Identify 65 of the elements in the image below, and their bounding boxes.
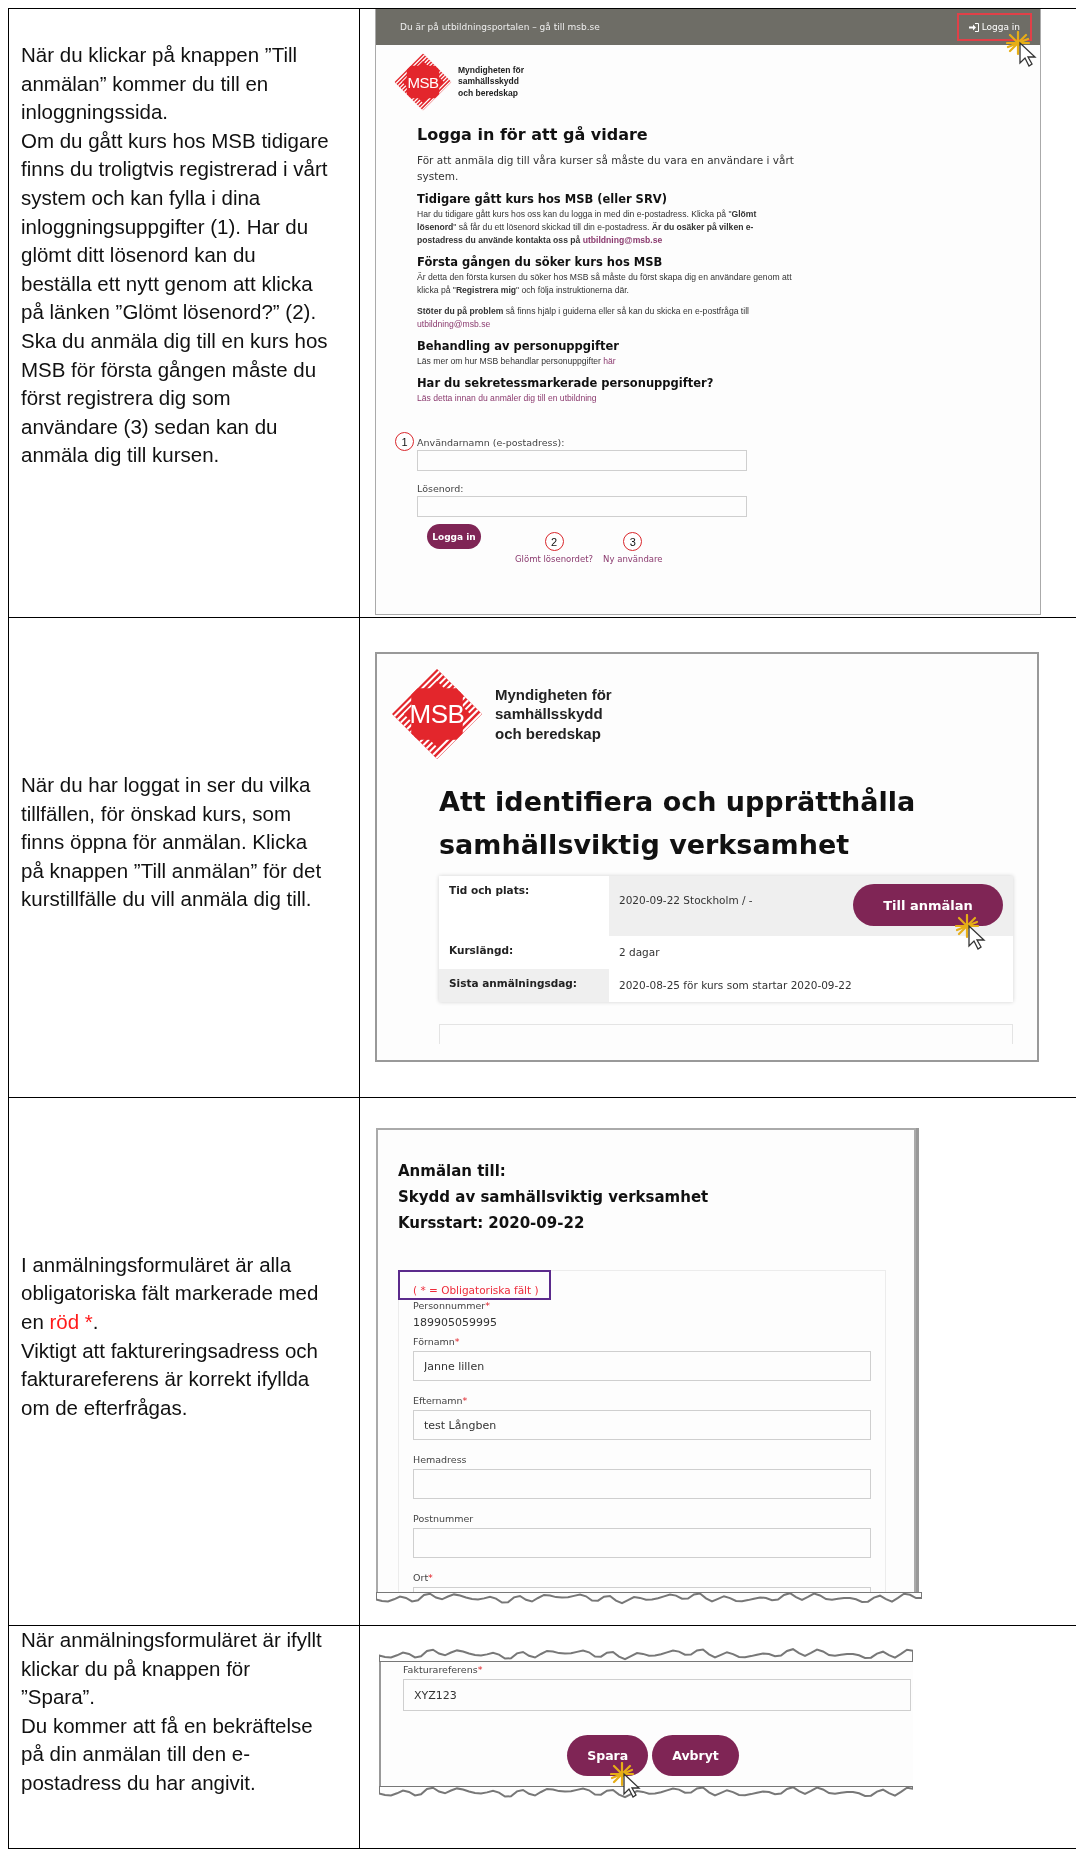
organization-name: Myndigheten för samhällsskydd och beredskap xyxy=(495,684,612,744)
text-link[interactable]: Glömt lösenordet? xyxy=(515,554,594,564)
logo-text: MSB xyxy=(406,73,440,91)
field-label: Lösenord: xyxy=(417,483,465,494)
input-field[interactable] xyxy=(417,450,747,471)
organization-name: Myndigheten för samhällsskydd och beredskap xyxy=(458,65,525,99)
section-heading: Första gången du söker kurs hos MSB xyxy=(417,255,664,269)
section-text: Läs mer om hur MSB behandlar personuppgifter här xyxy=(417,355,617,368)
detail-label: Sista anmälningsdag: xyxy=(439,969,609,1002)
field-label: Användarnamn (e-postadress): xyxy=(417,437,566,448)
detail-label: Kurslängd: xyxy=(448,943,515,958)
input-field[interactable]: XYZ123 xyxy=(403,1679,911,1711)
instruction-text: När du har loggat in ser du vilka tillfällen, för önskad kurs, som finns öppna för anmälan. Klicka på knappen ”Till anmälan” för det kurstillfälle du vill anmäla dig till. xyxy=(21,772,323,913)
field-label: Personnummer* xyxy=(413,1300,491,1311)
section-text: Har du tidigare gått kurs hos oss kan du logga in med din e-postadress. Klicka på "Glömt lösenord" så får du ett lösenord skickad till din e-postadress. Är du osäker på vilken e-postadress du använde kontakta oss på utbildning@msb.se xyxy=(417,208,758,247)
section-heading: Tidigare gått kurs hos MSB (eller SRV) xyxy=(417,192,668,206)
number-marker: 3 xyxy=(623,532,643,551)
section-text: Är detta den första kursen du söker hos MSB så måste du först skapa dig en användare genom att klicka på "Registrera mig" och följa instruktionerna där. xyxy=(417,271,793,297)
instruction-text: Du kommer att få en bekräftelse på din anmälan till den e-postadress du har angivit. xyxy=(21,1712,314,1796)
text-link[interactable]: här xyxy=(603,356,616,366)
page-heading: Logga in för att gå vidare xyxy=(417,125,649,144)
field-label: Fakturareferens* xyxy=(403,1664,484,1675)
form-heading: Anmälan till: Skydd av samhällsviktig verksamhet Kursstart: 2020-09-22 xyxy=(398,1161,710,1234)
instruction-text: När anmälningsformuläret är ifyllt klickar du på knappen för ”Spara”. xyxy=(21,1627,323,1711)
instruction-text: Viktigt att faktureringsadress och fakturareferens är korrekt ifyllda om de efterfrågas. xyxy=(21,1337,320,1421)
input-field[interactable]: test Långben xyxy=(413,1410,871,1440)
section-heading: Behandling av personuppgifter xyxy=(417,339,620,353)
sign-in-icon xyxy=(968,22,979,32)
detail-value: 2020-08-25 för kurs som startar 2020-09-22 xyxy=(619,978,853,993)
instruction-text: I anmälningsformuläret är alla obligatoriska fält markerade med en röd *. xyxy=(21,1251,320,1335)
field-label: Förnamn* xyxy=(413,1336,461,1347)
login-link[interactable]: Logga in xyxy=(956,13,1032,41)
text-link[interactable]: utbildning@msb.se xyxy=(417,319,491,329)
logo-text: MSB xyxy=(408,698,466,730)
text-link[interactable]: utbildning@msb.se xyxy=(582,235,663,245)
detail-value: 2020-09-22 Stockholm / - xyxy=(619,893,753,908)
input-field[interactable]: Janne lillen xyxy=(413,1351,871,1381)
required-note: ( * = Obligatoriska fält ) xyxy=(398,1270,551,1300)
field-label: Efternamn* xyxy=(413,1395,469,1406)
instruction-text: När du klickar på knappen ”Till anmälan” kommer du till en inloggningssida. xyxy=(21,42,299,126)
input-field[interactable] xyxy=(417,496,747,517)
number-marker: 2 xyxy=(544,532,564,551)
field-label: Hemadress xyxy=(413,1454,468,1465)
login-button[interactable]: Logga in xyxy=(427,524,481,549)
input-field[interactable] xyxy=(413,1469,871,1499)
detail-value: 2 dagar xyxy=(619,946,660,958)
field-label: Postnummer xyxy=(413,1513,475,1524)
form-button[interactable]: Avbryt xyxy=(652,1735,739,1776)
course-title: Att identifiera och upprätthålla samhällsviktig verksamhet xyxy=(439,785,917,862)
form-button[interactable]: Spara xyxy=(567,1735,649,1776)
text-link[interactable]: Ny användare xyxy=(603,554,663,564)
input-field[interactable] xyxy=(413,1587,871,1592)
text-link[interactable]: Läs detta innan du anmäler dig till en utbildning xyxy=(417,393,597,403)
register-button[interactable]: Till anmälan xyxy=(853,884,1003,926)
section-text: Stöter du på problem så finns hjälp i guiderna eller så kan du skicka en e-postfråga till utbildning@msb.se xyxy=(417,305,750,331)
input-field[interactable] xyxy=(413,1528,871,1558)
instruction-text: Ska du anmäla dig till en kurs hos MSB för första gången måste du först registrera dig som användare (3) sedan kan du anmäla dig till kursen. xyxy=(21,327,329,469)
detail-label: Tid och plats: xyxy=(448,883,531,898)
instruction-text: Om du gått kurs hos MSB tidigare finns du troligtvis registrerad i vårt system och kan fylla i dina inloggningsuppgifter (1). Har du glömt ditt lösenord kan du beställa ett nytt genom att klicka på länken ”Glömt lösenord?” (2). xyxy=(21,127,329,326)
section-heading: Har du sekretessmarkerade personuppgifter? xyxy=(417,376,715,390)
number-marker: 1 xyxy=(395,432,414,451)
field-label: Ort* xyxy=(413,1572,434,1583)
portal-notice: Du är på utbildningsportalen – gå till msb.se xyxy=(400,22,600,32)
intro-text: För att anmäla dig till våra kurser så måste du vara en användare i vårt system. xyxy=(417,153,795,184)
field-value: 189905059995 xyxy=(413,1316,498,1329)
